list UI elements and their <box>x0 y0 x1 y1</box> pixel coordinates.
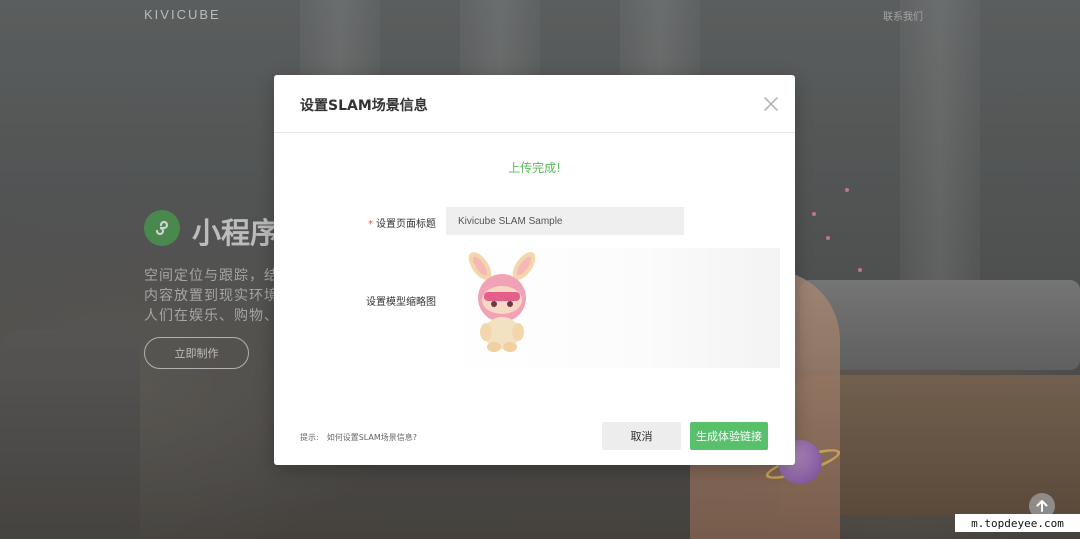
page-title-input[interactable] <box>446 207 684 235</box>
bunny-thumbnail-image <box>468 252 536 352</box>
cancel-button[interactable]: 取消 <box>602 422 681 450</box>
tip-text: 提示: 如何设置SLAM场景信息? <box>300 432 417 443</box>
page-title-label: * 设置页面标题 <box>296 215 436 230</box>
close-icon[interactable] <box>761 94 781 114</box>
modal-header: 设置SLAM场景信息 <box>274 75 795 133</box>
upload-status: 上传完成! <box>508 161 561 175</box>
help-link[interactable]: 如何设置SLAM场景信息? <box>327 433 417 442</box>
tip-label: 提示: <box>300 433 319 442</box>
thumbnail-upload[interactable] <box>446 248 780 368</box>
close-glyph <box>764 97 778 111</box>
modal-title: 设置SLAM场景信息 <box>300 98 428 114</box>
page-title-label-text: 设置页面标题 <box>376 219 436 230</box>
arrow-up-glyph <box>1036 500 1048 512</box>
thumbnail-label: 设置模型缩略图 <box>366 297 436 308</box>
generate-link-button[interactable]: 生成体验链接 <box>690 422 768 450</box>
slam-settings-modal: 设置SLAM场景信息 上传完成! *设置页面标题 设置模型缩略图 <box>274 75 795 465</box>
watermark: m.topdeyee.com <box>955 514 1080 532</box>
required-mark: * <box>368 219 373 230</box>
